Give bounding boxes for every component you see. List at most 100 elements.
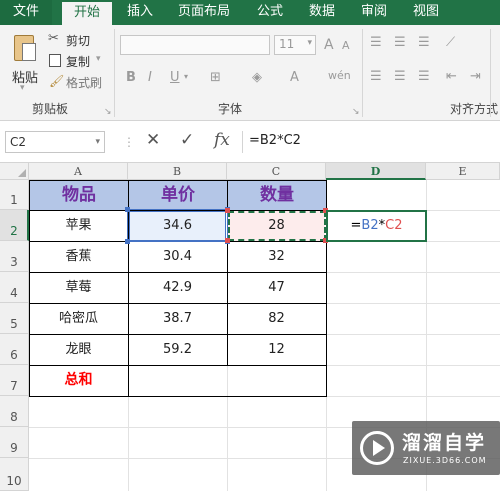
- ref-outline-b2: [127, 209, 228, 242]
- align-center-icon[interactable]: ☰: [394, 69, 406, 84]
- decrease-font-icon[interactable]: A: [342, 39, 350, 52]
- align-middle-icon[interactable]: ☰: [394, 35, 406, 50]
- insert-function-icon[interactable]: fx: [214, 130, 230, 150]
- ref-handle[interactable]: [125, 239, 130, 244]
- cell-a1[interactable]: 物品: [30, 181, 128, 210]
- ribbon-divider: [362, 29, 363, 117]
- cell-c1[interactable]: 数量: [228, 181, 326, 210]
- cancel-icon[interactable]: ✕: [146, 130, 160, 150]
- cell-a7[interactable]: 总和: [29, 365, 128, 396]
- row-header-2[interactable]: 2: [0, 210, 29, 241]
- table-border: [29, 365, 327, 366]
- table-border: [29, 180, 30, 397]
- more-icon: ⋮: [123, 135, 135, 149]
- clipboard-group-label: 剪贴板: [32, 102, 69, 116]
- tab-data[interactable]: 数据: [300, 0, 344, 25]
- bold-icon[interactable]: B: [126, 70, 136, 85]
- copy-marquee: [228, 211, 326, 241]
- italic-icon[interactable]: I: [148, 70, 152, 85]
- align-bottom-icon[interactable]: ☰: [418, 35, 430, 50]
- tab-review[interactable]: 审阅: [352, 0, 396, 25]
- column-header-e[interactable]: E: [426, 163, 500, 180]
- tab-file[interactable]: 文件: [0, 0, 52, 25]
- ref-handle[interactable]: [225, 208, 230, 213]
- formula-bar: C2 ▾ ⋮ ✕ ✓ fx =B2*C2: [0, 121, 500, 163]
- row-header-8[interactable]: 8: [0, 396, 29, 427]
- font-name-combo[interactable]: [120, 35, 270, 55]
- cell-c3[interactable]: 32: [227, 241, 326, 272]
- ribbon-tab-bar: 文件 开始 插入 页面布局 公式 数据 审阅 视图: [0, 0, 500, 25]
- watermark: 溜溜自学 ZIXUE.3D66.COM: [352, 421, 500, 475]
- cell-c4[interactable]: 47: [227, 272, 326, 303]
- cell-a6[interactable]: 龙眼: [29, 334, 128, 365]
- table-border: [29, 180, 327, 181]
- formula-ref-c2: C2: [385, 218, 403, 233]
- align-right-icon[interactable]: ☰: [418, 69, 430, 84]
- cut-label: 剪切: [66, 34, 91, 48]
- chevron-down-icon: ▾: [307, 38, 312, 48]
- cut-button[interactable]: ✂ 剪切: [48, 31, 104, 49]
- font-group-label: 字体: [218, 102, 243, 116]
- dialog-launcher-icon[interactable]: ↘: [104, 107, 112, 117]
- phonetic-icon[interactable]: wén: [328, 69, 351, 82]
- align-left-icon[interactable]: ☰: [370, 69, 382, 84]
- outdent-icon[interactable]: ⇥: [470, 69, 481, 84]
- orientation-icon[interactable]: ⟋: [446, 35, 455, 50]
- column-header-d[interactable]: D: [326, 163, 426, 180]
- cell-a3[interactable]: 香蕉: [29, 241, 128, 272]
- select-all-corner[interactable]: [0, 163, 29, 180]
- cell-b1[interactable]: 单价: [129, 181, 227, 210]
- ref-handle[interactable]: [225, 238, 230, 243]
- tab-insert[interactable]: 插入: [118, 0, 162, 25]
- cell-c5[interactable]: 82: [227, 303, 326, 334]
- align-top-icon[interactable]: ☰: [370, 35, 382, 50]
- cell-a5[interactable]: 哈密瓜: [29, 303, 128, 334]
- tab-view[interactable]: 视图: [404, 0, 448, 25]
- ribbon: 粘贴 ▾ ✂ 剪切 复制 ▾ 🖌 格式刷 剪贴板 ↘ 11 ▾ A A B I …: [0, 25, 500, 121]
- formula-input[interactable]: =B2*C2: [242, 131, 500, 153]
- tab-formulas[interactable]: 公式: [248, 0, 292, 25]
- enter-icon[interactable]: ✓: [180, 130, 194, 150]
- row-header-7[interactable]: 7: [0, 365, 29, 396]
- font-color-icon[interactable]: A: [290, 70, 299, 85]
- cell-a2[interactable]: 苹果: [29, 210, 128, 241]
- row-header-3[interactable]: 3: [0, 241, 29, 272]
- name-box[interactable]: C2 ▾: [5, 131, 105, 153]
- column-header-b[interactable]: B: [128, 163, 227, 180]
- row-header-4[interactable]: 4: [0, 272, 29, 303]
- name-box-value: C2: [10, 135, 27, 149]
- column-header-c[interactable]: C: [227, 163, 326, 180]
- row-header-9[interactable]: 9: [0, 427, 29, 458]
- cell-b5[interactable]: 38.7: [128, 303, 227, 334]
- fill-color-icon[interactable]: ◈: [252, 70, 262, 85]
- column-header-a[interactable]: A: [29, 163, 128, 180]
- row-header-5[interactable]: 5: [0, 303, 29, 334]
- format-painter-button[interactable]: 🖌 格式刷: [48, 73, 110, 91]
- tab-page-layout[interactable]: 页面布局: [170, 0, 238, 25]
- underline-icon[interactable]: U: [170, 70, 180, 85]
- copy-label: 复制: [66, 55, 91, 69]
- ref-handle[interactable]: [125, 207, 130, 212]
- cell-c6[interactable]: 12: [227, 334, 326, 365]
- cell-b3[interactable]: 30.4: [128, 241, 227, 272]
- border-icon[interactable]: ⊞: [210, 70, 221, 85]
- select-all-triangle-icon: [18, 169, 26, 177]
- increase-font-icon[interactable]: A: [324, 37, 334, 53]
- tab-home[interactable]: 开始: [62, 0, 112, 25]
- cell-b4[interactable]: 42.9: [128, 272, 227, 303]
- copy-icon: [49, 54, 61, 67]
- font-size-value: 11: [279, 37, 295, 51]
- row-header-6[interactable]: 6: [0, 334, 29, 365]
- paste-button[interactable]: 粘贴 ▾: [6, 31, 42, 93]
- dialog-launcher-icon[interactable]: ↘: [352, 107, 360, 117]
- chevron-down-icon[interactable]: ▾: [184, 72, 188, 81]
- copy-button[interactable]: 复制 ▾: [48, 52, 108, 70]
- active-cell-d2[interactable]: =B2*C2: [326, 210, 427, 242]
- indent-icon[interactable]: ⇤: [446, 69, 457, 84]
- font-size-combo[interactable]: 11 ▾: [274, 35, 316, 55]
- row-header-1[interactable]: 1: [0, 180, 29, 210]
- table-border: [29, 303, 327, 304]
- cell-a4[interactable]: 草莓: [29, 272, 128, 303]
- row-header-10[interactable]: 10: [0, 458, 29, 491]
- cell-b6[interactable]: 59.2: [128, 334, 227, 365]
